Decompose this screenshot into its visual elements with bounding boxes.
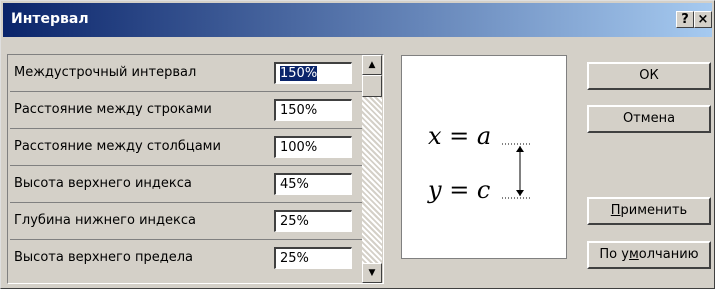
default-label-start: По у xyxy=(599,247,629,262)
ok-button[interactable]: ОК xyxy=(587,62,711,90)
spacing-label: Высота верхнего индекса xyxy=(14,176,192,191)
selected-value: 150% xyxy=(280,66,318,81)
apply-mnemonic: П xyxy=(610,203,621,218)
spacing-row: Расстояние между строками 150% xyxy=(10,92,362,129)
default-mnemonic: м xyxy=(628,247,639,262)
column-spacing-input[interactable]: 100% xyxy=(274,136,352,158)
spacing-row: Высота верхнего предела 25% xyxy=(10,240,362,276)
apply-button[interactable]: Применить xyxy=(587,197,711,225)
spacing-label: Высота верхнего предела xyxy=(14,250,193,265)
preview-pane: x = a y = c xyxy=(401,55,567,259)
spacing-label: Междустрочный интервал xyxy=(14,65,197,80)
spacing-row: Расстояние между столбцами 100% xyxy=(10,129,362,166)
preview-line-1: x = a xyxy=(428,122,491,150)
spacing-row: Высота верхнего индекса 45% xyxy=(10,166,362,203)
default-button[interactable]: По умолчанию xyxy=(587,241,711,269)
row-spacing-input[interactable]: 150% xyxy=(274,99,352,121)
spacing-row: Междустрочный интервал 150% xyxy=(10,55,362,92)
apply-label-rest: рименить xyxy=(620,203,688,218)
spacing-label: Глубина нижнего индекса xyxy=(14,213,196,228)
subscript-depth-input[interactable]: 25% xyxy=(274,210,352,232)
title-bar[interactable]: Интервал ? × xyxy=(3,3,712,37)
upper-limit-height-input[interactable]: 25% xyxy=(274,247,352,269)
scroll-up-arrow-icon[interactable]: ▲ xyxy=(362,55,382,75)
cancel-button[interactable]: Отмена xyxy=(587,105,711,133)
dialog-title: Интервал xyxy=(11,11,89,27)
superscript-height-input[interactable]: 45% xyxy=(274,173,352,195)
line-spacing-input[interactable]: 150% xyxy=(274,62,352,84)
spacing-dialog: Интервал ? × Междустрочный интервал 150%… xyxy=(0,0,715,289)
spacing-arrow-up-icon xyxy=(516,146,524,152)
spacing-label: Расстояние между столбцами xyxy=(14,139,221,154)
spacing-arrow-down-icon xyxy=(516,190,524,196)
close-button[interactable]: × xyxy=(694,11,712,28)
default-label-rest: олчанию xyxy=(638,247,699,262)
scroll-thumb[interactable] xyxy=(362,75,382,97)
spacing-list: Междустрочный интервал 150% Расстояние м… xyxy=(7,54,384,284)
help-button[interactable]: ? xyxy=(676,11,694,28)
spacing-label: Расстояние между строками xyxy=(14,102,212,117)
preview-line-2: y = c xyxy=(427,176,490,204)
spacing-row: Глубина нижнего индекса 25% xyxy=(10,203,362,240)
vertical-scrollbar[interactable]: ▲ ▼ xyxy=(362,55,382,283)
scroll-down-arrow-icon[interactable]: ▼ xyxy=(362,263,382,283)
